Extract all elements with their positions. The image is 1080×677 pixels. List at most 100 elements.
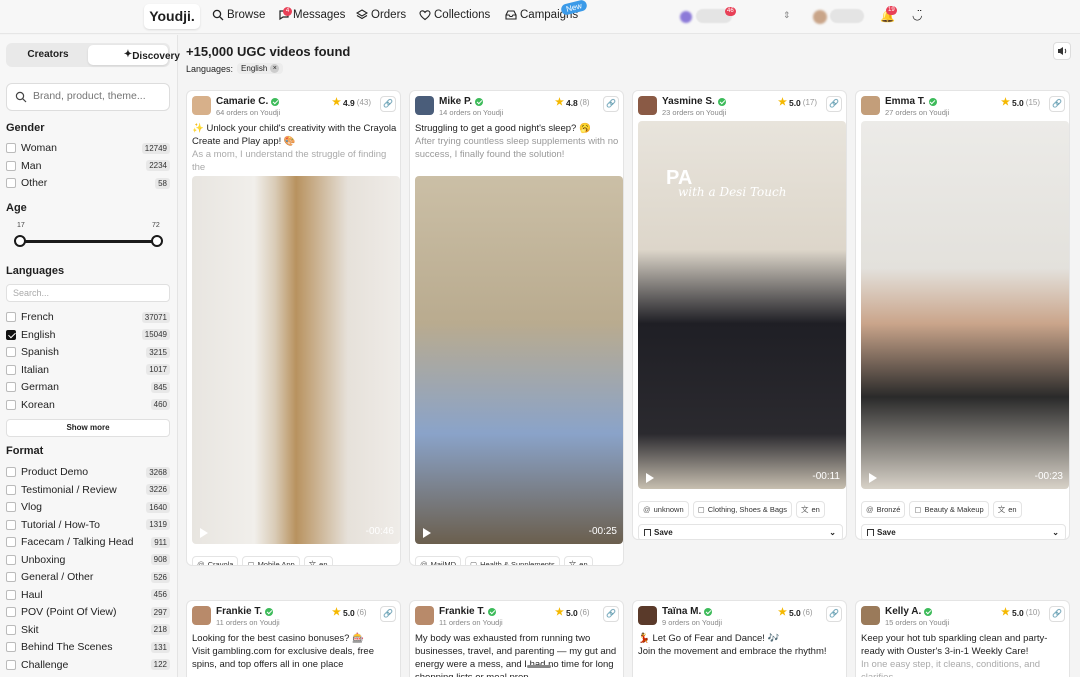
link-icon[interactable]: 🔗: [380, 606, 396, 622]
play-icon[interactable]: [423, 528, 431, 538]
checkbox[interactable]: [6, 329, 16, 340]
chevron-down-icon[interactable]: ⌄: [1052, 525, 1059, 539]
checkbox[interactable]: [6, 143, 16, 153]
creator-name[interactable]: Mike P.: [439, 96, 484, 107]
filter-row[interactable]: Haul 456: [6, 587, 170, 603]
checkbox[interactable]: [6, 160, 16, 171]
video-card[interactable]: Yasmine S. 23 orders on Youdji ★ 5.0 (17) 🔗 PA…: [632, 90, 847, 540]
checkbox[interactable]: [6, 519, 16, 530]
tag[interactable]: ▢ Beauty & Makeup: [909, 501, 989, 518]
creator-name[interactable]: Camarie C.: [216, 96, 280, 107]
filter-row[interactable]: Italian 1017: [6, 362, 170, 378]
checkbox[interactable]: [6, 624, 16, 635]
filter-row[interactable]: Korean 460: [6, 397, 170, 413]
link-icon[interactable]: 🔗: [380, 96, 396, 112]
link-icon[interactable]: 🔗: [603, 96, 619, 112]
video-player[interactable]: -00:25: [415, 176, 623, 544]
checkbox[interactable]: [6, 537, 16, 547]
avatar[interactable]: [861, 606, 880, 625]
creator-name[interactable]: Taïna M.: [662, 606, 713, 617]
video-card[interactable]: Kelly A. 15 orders on Youdji ★ 5.0 (10) 🔗 Keep…: [855, 600, 1070, 677]
filter-row[interactable]: Product Demo 3268: [6, 464, 170, 480]
video-card[interactable]: Mike P. 14 orders on Youdji ★ 4.8 (8) 🔗 Strugg…: [409, 90, 624, 566]
logo[interactable]: Youdji.: [144, 4, 200, 29]
filter-row[interactable]: Challenge 122: [6, 657, 170, 673]
age-slider-track[interactable]: [20, 240, 157, 243]
video-card[interactable]: Emma T. 27 orders on Youdji ★ 5.0 (15) 🔗 -00:2…: [855, 90, 1070, 540]
filter-row[interactable]: Facecam / Talking Head 911: [6, 534, 170, 550]
avatar[interactable]: [192, 606, 211, 625]
brand-search-input[interactable]: [33, 90, 163, 102]
filter-row[interactable]: POV (Point Of View) 297: [6, 604, 170, 620]
chevron-down-icon[interactable]: ⌄: [829, 525, 836, 539]
video-player[interactable]: -00:23: [861, 121, 1069, 489]
filter-row[interactable]: Spanish 3215: [6, 344, 170, 360]
checkbox[interactable]: [6, 312, 16, 322]
video-card[interactable]: Camarie C. 64 orders on Youdji ★ 4.9 (43) 🔗 ✨ …: [186, 90, 401, 566]
creator-name[interactable]: Kelly A.: [885, 606, 933, 617]
scroll-indicator[interactable]: [527, 665, 551, 668]
chevron-updown-icon[interactable]: ⇕: [783, 10, 791, 21]
tag[interactable]: 文 en: [992, 501, 1022, 518]
avatar[interactable]: [813, 10, 827, 24]
tag[interactable]: @ Crayola: [192, 556, 239, 565]
checkbox[interactable]: [6, 178, 16, 188]
language-chip[interactable]: English ×: [237, 63, 284, 74]
filter-row[interactable]: Skit 218: [6, 622, 170, 638]
age-min-handle[interactable]: [14, 235, 26, 247]
link-icon[interactable]: 🔗: [826, 96, 842, 112]
avatar[interactable]: [415, 96, 434, 115]
tag[interactable]: @ Bronzé: [861, 501, 906, 518]
tag[interactable]: ▢ Health & Supplements: [465, 556, 560, 565]
play-icon[interactable]: [646, 473, 654, 483]
link-icon[interactable]: 🔗: [603, 606, 619, 622]
creator-name[interactable]: Yasmine S.: [662, 96, 726, 107]
nav-orders[interactable]: Orders: [356, 9, 406, 21]
checkbox[interactable]: [6, 467, 16, 477]
filter-row[interactable]: Vlog 1640: [6, 499, 170, 515]
filter-row[interactable]: French 37071: [6, 309, 170, 325]
checkbox[interactable]: [6, 502, 16, 512]
filter-row[interactable]: Woman 12749: [6, 140, 170, 156]
sound-toggle-button[interactable]: [1053, 42, 1071, 60]
checkbox[interactable]: [6, 484, 16, 495]
tag[interactable]: @ MailMD: [415, 556, 462, 565]
filter-row[interactable]: Unboxing 908: [6, 552, 170, 568]
tag[interactable]: 文 en: [795, 501, 825, 518]
language-search-input[interactable]: Search...: [6, 284, 170, 302]
checkbox[interactable]: [6, 607, 16, 617]
play-icon[interactable]: [869, 473, 877, 483]
filter-row[interactable]: Man 2234: [6, 158, 170, 174]
video-player[interactable]: PA with a Desi Touch -00:11: [638, 121, 846, 489]
tag[interactable]: ▢ Mobile App: [242, 556, 300, 565]
nav-browse[interactable]: Browse: [212, 9, 265, 21]
tag[interactable]: 文 en: [303, 556, 333, 565]
link-icon[interactable]: 🔗: [826, 606, 842, 622]
video-card[interactable]: Frankie T. 11 orders on Youdji ★ 5.0 (6) 🔗 Loo…: [186, 600, 401, 677]
link-icon[interactable]: 🔗: [1049, 606, 1065, 622]
avatar[interactable]: [638, 96, 657, 115]
filter-row[interactable]: General / Other 526: [6, 569, 170, 585]
show-more-button[interactable]: Show more: [6, 419, 170, 437]
avatar[interactable]: [861, 96, 880, 115]
link-icon[interactable]: 🔗: [1049, 96, 1065, 112]
avatar[interactable]: [415, 606, 434, 625]
tab-discovery[interactable]: ✦ Discovery: [88, 45, 180, 65]
checkbox[interactable]: [6, 382, 16, 392]
creator-name[interactable]: Emma T.: [885, 96, 937, 107]
eye-closed-icon[interactable]: ◡̈: [912, 8, 922, 22]
video-player[interactable]: -00:46: [192, 176, 400, 544]
tag[interactable]: @ unknown: [638, 501, 689, 518]
filter-row[interactable]: Tutorial / How-To 1319: [6, 517, 170, 533]
tag[interactable]: ▢ Clothing, Shoes & Bags: [692, 501, 792, 518]
tag[interactable]: 文 en: [563, 556, 593, 565]
creator-name[interactable]: Frankie T.: [216, 606, 274, 617]
checkbox[interactable]: [6, 659, 16, 670]
checkbox[interactable]: [6, 642, 16, 652]
checkbox[interactable]: [6, 399, 16, 410]
filter-row[interactable]: Testimonial / Review 3226: [6, 482, 170, 498]
remove-chip-icon[interactable]: ×: [270, 64, 280, 73]
filter-row[interactable]: Behind The Scenes 131: [6, 639, 170, 655]
checkbox[interactable]: [6, 364, 16, 375]
filter-row[interactable]: English 15049: [6, 327, 170, 343]
